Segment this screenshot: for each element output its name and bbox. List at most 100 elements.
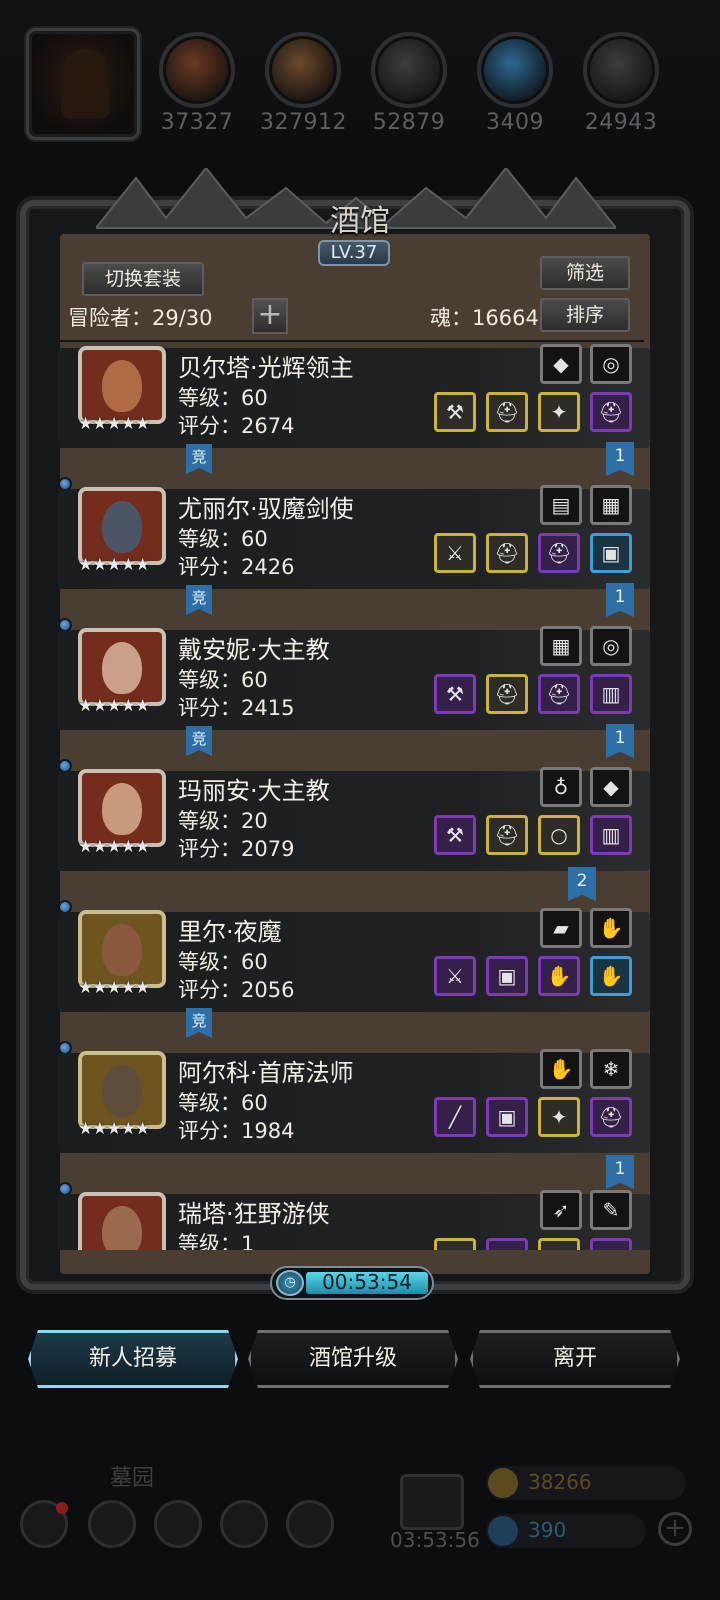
tavern-upgrade-button[interactable]: 酒馆升级 [248, 1330, 458, 1388]
wood-plank-icon[interactable]: ▥ [590, 674, 632, 714]
adventurer-card[interactable]: ★★★★★ 里尔·夜魔 等级：60 评分：2056 ▰ ✋ ⚔ ▣ ✋ ✋ 竞 [58, 900, 650, 1038]
map-icon[interactable] [286, 1500, 334, 1548]
resource-bar: 37327 327912 52879 3409 24943 [0, 0, 720, 150]
add-currency-button[interactable]: + [658, 1512, 692, 1546]
adventurer-card[interactable]: ★★★★★ 尤丽尔·驭魔剑使 等级：60 评分：2426 ▤ ▦ ⚔ ⛑ ⛑ ▣… [58, 477, 650, 617]
dagger-weapon-icon[interactable]: ⚔ [434, 956, 476, 996]
adventurer-card[interactable]: ★★★★★ 玛丽安·大主教 等级：20 评分：2079 ♁ ◆ ⚒ ⛑ ○ ▥ … [58, 759, 650, 901]
green-book-icon[interactable]: ▦ [590, 485, 632, 525]
hero-name: 戴安妮·大主教 [178, 636, 330, 664]
ring-accessory-icon[interactable]: ◎ [590, 344, 632, 384]
resource-wood[interactable]: 327912 [260, 32, 346, 135]
bow-icon[interactable]: ➶ [540, 1190, 582, 1230]
hero-level: 等级：60 [178, 1091, 268, 1115]
team-number-tag: 1 [606, 724, 634, 758]
wood-plank-icon[interactable]: ▥ [590, 815, 632, 855]
hooded-figure-icon [61, 49, 109, 119]
amulet-icon[interactable]: ✦ [538, 1097, 580, 1137]
add-adventurer-slot-button[interactable]: + [252, 298, 288, 334]
robe-armor-icon[interactable]: ▣ [486, 1097, 528, 1137]
chest-armor-icon[interactable]: ▣ [486, 956, 528, 996]
hammer-weapon-icon[interactable]: ⚒ [434, 674, 476, 714]
hero-menu-icon[interactable] [88, 1500, 136, 1548]
accessory-slot-icon[interactable] [538, 1238, 580, 1250]
hero-portrait[interactable] [78, 628, 166, 706]
helmet-armor-icon[interactable]: ⛑ [486, 815, 528, 855]
hero-portrait[interactable] [78, 487, 166, 565]
switch-set-button[interactable]: 切换套装 [82, 262, 204, 296]
sword-weapon-icon[interactable]: ⚔ [434, 533, 476, 573]
clock-icon: ◷ [276, 1270, 304, 1296]
armor-icon[interactable]: ▣ [590, 533, 632, 573]
castle-icon[interactable] [154, 1500, 202, 1548]
mail-icon[interactable] [220, 1500, 268, 1548]
hero-score: 评分：2415 [178, 696, 295, 720]
staff-weapon-icon[interactable]: ╱ [434, 1097, 476, 1137]
glove-icon[interactable]: ✋ [540, 1049, 582, 1089]
team-number-tag: 1 [606, 583, 634, 617]
ice-crystal-icon[interactable]: ❄ [590, 1049, 632, 1089]
hero-level: 等级：60 [178, 668, 268, 692]
hero-name: 尤丽尔·驭魔剑使 [178, 495, 354, 523]
tavern-level-badge: LV.37 [318, 240, 390, 266]
gauntlet-icon[interactable]: ✋ [590, 956, 632, 996]
soul-count: 魂：16664 [430, 306, 539, 330]
iron-icon [371, 32, 447, 108]
helmet-icon[interactable]: ⛑ [538, 533, 580, 573]
hero-face [102, 783, 142, 835]
leave-button[interactable]: 离开 [470, 1330, 680, 1388]
glove-icon[interactable]: ✋ [590, 908, 632, 948]
hero-level: 等级：60 [178, 950, 268, 974]
helmet-icon[interactable]: ⛑ [538, 674, 580, 714]
team-number-tag: 1 [606, 442, 634, 476]
amulet-icon[interactable]: ✦ [538, 392, 580, 432]
crystal-accessory-icon[interactable]: ◆ [590, 767, 632, 807]
hero-portrait[interactable] [78, 1051, 166, 1129]
star-rating: ★★★★★ [78, 414, 150, 434]
resource-crystal[interactable]: 3409 [472, 32, 558, 135]
gauntlet-icon[interactable]: ✋ [538, 956, 580, 996]
hero-level: 等级：60 [178, 527, 268, 551]
resource-value: 24943 [584, 110, 658, 135]
hero-portrait[interactable] [78, 769, 166, 847]
helmet-armor-icon[interactable]: ⛑ [486, 392, 528, 432]
armor-slot-icon[interactable] [486, 1238, 528, 1250]
feather-icon[interactable]: ✎ [590, 1190, 632, 1230]
resource-steel[interactable]: 24943 [578, 32, 664, 135]
helmet-icon[interactable]: ⛑ [590, 1097, 632, 1137]
mace-weapon-icon[interactable]: ⚒ [434, 815, 476, 855]
hero-portrait[interactable] [78, 346, 166, 424]
green-book-icon[interactable]: ▦ [540, 626, 582, 666]
tavern-title: 酒馆 [330, 204, 390, 239]
hammer-weapon-icon[interactable]: ⚒ [434, 392, 476, 432]
necklace-icon[interactable]: ♁ [540, 767, 582, 807]
adventurer-card[interactable]: ★★★★★ 阿尔科·首席法师 等级：60 评分：1984 ✋ ❄ ╱ ▣ ✦ ⛑… [58, 1041, 650, 1189]
ring-icon[interactable]: ○ [538, 815, 580, 855]
hero-portrait[interactable] [78, 1192, 166, 1250]
helmet-armor-icon[interactable]: ⛑ [486, 674, 528, 714]
weapon-slot-icon[interactable] [434, 1238, 476, 1250]
hero-portrait[interactable] [78, 910, 166, 988]
hero-avatar-slot[interactable] [26, 28, 140, 140]
scroll-item-icon[interactable]: ▤ [540, 485, 582, 525]
helmet-icon[interactable]: ⛑ [590, 392, 632, 432]
ring-accessory-icon[interactable]: ◎ [590, 626, 632, 666]
adventurer-card[interactable]: 瑞塔·狂野游侠 等级：1 ➶ ✎ [58, 1182, 650, 1250]
adventurer-list[interactable]: ★★★★★ 贝尔塔·光辉领主 等级：60 评分：2674 ◆ ◎ ⚒ ⛑ ✦ ⛑… [58, 344, 650, 1250]
resource-meat[interactable]: 37327 [154, 32, 240, 135]
helmet-slot-icon[interactable] [590, 1238, 632, 1250]
hero-name: 瑞塔·狂野游侠 [178, 1200, 330, 1228]
gift-timer: 03:53:56 [390, 1528, 480, 1552]
crystal-accessory-icon[interactable]: ◆ [540, 344, 582, 384]
gift-box-icon[interactable] [400, 1474, 464, 1530]
adventurer-count: 冒险者：29/30 [68, 306, 213, 330]
recruit-button[interactable]: 新人招募 [28, 1330, 238, 1388]
hero-score: 评分：2056 [178, 978, 295, 1002]
bracer-icon[interactable]: ▰ [540, 908, 582, 948]
resource-iron[interactable]: 52879 [366, 32, 452, 135]
adventurer-card[interactable]: ★★★★★ 贝尔塔·光辉领主 等级：60 评分：2674 ◆ ◎ ⚒ ⛑ ✦ ⛑… [58, 344, 650, 476]
adventurer-card[interactable]: ★★★★★ 戴安妮·大主教 等级：60 评分：2415 ▦ ◎ ⚒ ⛑ ⛑ ▥ … [58, 618, 650, 758]
helmet-armor-icon[interactable]: ⛑ [486, 533, 528, 573]
filter-button[interactable]: 筛选 [540, 256, 630, 290]
sort-button[interactable]: 排序 [540, 298, 630, 332]
